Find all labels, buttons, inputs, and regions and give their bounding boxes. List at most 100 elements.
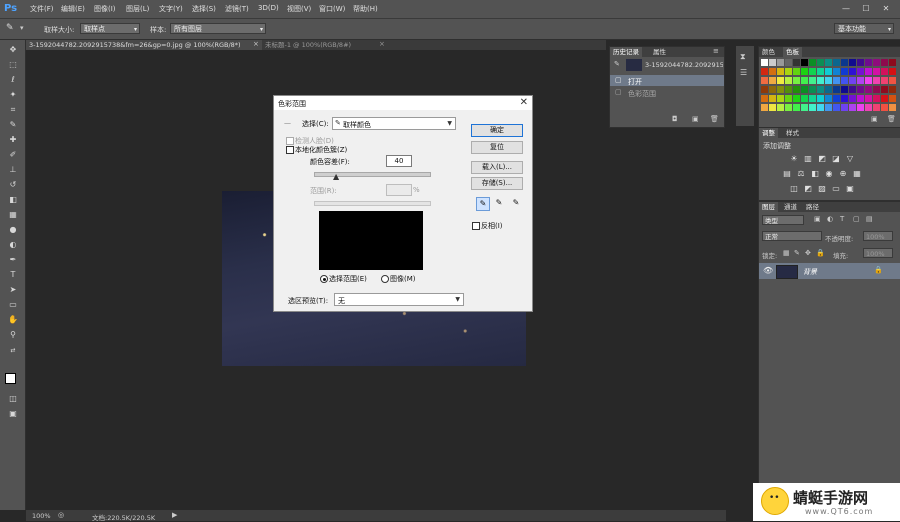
- swatch-cell[interactable]: [761, 59, 768, 66]
- history-step[interactable]: ▢ 色彩范围: [610, 87, 724, 98]
- swatch-cell[interactable]: [849, 95, 856, 102]
- swatch-cell[interactable]: [841, 77, 848, 84]
- swatch-cell[interactable]: [785, 59, 792, 66]
- swap-colors-icon[interactable]: ⇄: [7, 345, 19, 357]
- fuzziness-slider[interactable]: [314, 172, 431, 177]
- ok-button[interactable]: 确定: [471, 124, 523, 137]
- swatch-cell[interactable]: [857, 59, 864, 66]
- swatch-cell[interactable]: [825, 95, 832, 102]
- swatch-cell[interactable]: [793, 59, 800, 66]
- panel-menu-icon[interactable]: ≡: [713, 47, 719, 55]
- gradient-map-icon[interactable]: ▭: [831, 184, 841, 193]
- swatch-cell[interactable]: [785, 104, 792, 111]
- swatch-cell[interactable]: [889, 95, 896, 102]
- swatch-cell[interactable]: [857, 68, 864, 75]
- opacity-input[interactable]: 100%: [863, 231, 893, 241]
- swatch-cell[interactable]: [817, 104, 824, 111]
- swatch-cell[interactable]: [777, 68, 784, 75]
- swatch-cell[interactable]: [849, 77, 856, 84]
- tab-styles[interactable]: 样式: [783, 128, 802, 138]
- swatch-cell[interactable]: [785, 86, 792, 93]
- swatch-cell[interactable]: [873, 59, 880, 66]
- dodge-tool-icon[interactable]: ◐: [7, 239, 19, 251]
- swatch-cell[interactable]: [841, 68, 848, 75]
- swatch-cell[interactable]: [777, 86, 784, 93]
- invert-icon[interactable]: ◫: [789, 184, 799, 193]
- filter-pixel-icon[interactable]: ▣: [814, 215, 821, 223]
- menu-layer[interactable]: 图层(L): [126, 4, 149, 14]
- close-button[interactable]: ✕: [878, 2, 894, 15]
- swatch-cell[interactable]: [881, 68, 888, 75]
- menu-edit[interactable]: 编辑(E): [61, 4, 85, 14]
- swatch-cell[interactable]: [865, 104, 872, 111]
- swatch-cell[interactable]: [833, 86, 840, 93]
- fuzziness-slider-handle-icon[interactable]: ▲: [333, 172, 339, 181]
- status-menu-icon[interactable]: ▶: [172, 511, 177, 519]
- tab-history[interactable]: 历史记录: [610, 47, 642, 57]
- lasso-tool-icon[interactable]: ℓ: [7, 74, 19, 86]
- swatch-cell[interactable]: [761, 86, 768, 93]
- swatch-cell[interactable]: [889, 86, 896, 93]
- swatch-cell[interactable]: [873, 68, 880, 75]
- close-tab-icon[interactable]: ×: [379, 40, 385, 48]
- menu-select[interactable]: 选择(S): [192, 4, 216, 14]
- selection-radio[interactable]: [320, 275, 328, 283]
- photo-filter-icon[interactable]: ◉: [824, 169, 834, 178]
- swatch-grid[interactable]: [761, 59, 898, 114]
- swatch-cell[interactable]: [785, 77, 792, 84]
- fill-input[interactable]: 100%: [863, 248, 893, 258]
- swatch-cell[interactable]: [857, 95, 864, 102]
- tool-preset-dropdown-icon[interactable]: ▾: [20, 24, 24, 32]
- swatch-cell[interactable]: [849, 59, 856, 66]
- save-button[interactable]: 存储(S)...: [471, 177, 523, 190]
- document-tab-inactive[interactable]: 未标题-1 @ 100%(RGB/8#): [262, 40, 388, 50]
- swatch-cell[interactable]: [801, 95, 808, 102]
- swatch-cell[interactable]: [817, 95, 824, 102]
- swatch-cell[interactable]: [761, 104, 768, 111]
- eye-icon[interactable]: 👁: [763, 266, 773, 275]
- swatch-cell[interactable]: [801, 77, 808, 84]
- swatch-cell[interactable]: [833, 68, 840, 75]
- minimize-button[interactable]: —: [838, 2, 854, 15]
- menu-window[interactable]: 窗口(W): [319, 4, 345, 14]
- lock-position-icon[interactable]: ✥: [805, 249, 811, 257]
- swatch-cell[interactable]: [761, 95, 768, 102]
- posterize-icon[interactable]: ◩: [803, 184, 813, 193]
- type-tool-icon[interactable]: T: [7, 269, 19, 281]
- swatch-cell[interactable]: [881, 59, 888, 66]
- swatch-cell[interactable]: [793, 104, 800, 111]
- menu-image[interactable]: 图像(I): [94, 4, 116, 14]
- swatch-cell[interactable]: [857, 104, 864, 111]
- maximize-button[interactable]: ☐: [858, 2, 874, 15]
- range-slider[interactable]: [314, 201, 431, 206]
- gradient-tool-icon[interactable]: ▦: [7, 209, 19, 221]
- swatch-cell[interactable]: [817, 77, 824, 84]
- select-dropdown[interactable]: ✎ 取样颜色 ▼: [332, 117, 456, 130]
- eyedropper-icon[interactable]: ✎: [7, 119, 19, 131]
- swatch-cell[interactable]: [761, 68, 768, 75]
- swatch-cell[interactable]: [881, 77, 888, 84]
- swatch-cell[interactable]: [769, 104, 776, 111]
- localized-clusters-checkbox[interactable]: [286, 146, 294, 154]
- new-document-icon[interactable]: ▣: [692, 115, 699, 123]
- brightness-icon[interactable]: ☀: [789, 154, 799, 163]
- move-tool-icon[interactable]: ✥: [7, 44, 19, 56]
- lock-transparency-icon[interactable]: ▦: [783, 249, 790, 257]
- threshold-icon[interactable]: ▨: [817, 184, 827, 193]
- range-input[interactable]: [386, 184, 412, 196]
- detect-faces-checkbox[interactable]: [286, 137, 294, 145]
- swatch-cell[interactable]: [841, 95, 848, 102]
- swatch-cell[interactable]: [777, 77, 784, 84]
- hue-saturation-icon[interactable]: ▤: [782, 169, 792, 178]
- snapshot-icon[interactable]: ◘: [672, 115, 678, 123]
- clone-stamp-icon[interactable]: ⊥: [7, 164, 19, 176]
- swatch-cell[interactable]: [841, 86, 848, 93]
- close-tab-icon[interactable]: ×: [253, 40, 259, 48]
- swatch-cell[interactable]: [881, 86, 888, 93]
- shape-tool-icon[interactable]: ▭: [7, 299, 19, 311]
- swatch-cell[interactable]: [849, 86, 856, 93]
- swatch-cell[interactable]: [777, 59, 784, 66]
- tab-swatches[interactable]: 色板: [783, 47, 802, 57]
- exposure-icon[interactable]: ◪: [831, 154, 841, 163]
- swatch-cell[interactable]: [785, 95, 792, 102]
